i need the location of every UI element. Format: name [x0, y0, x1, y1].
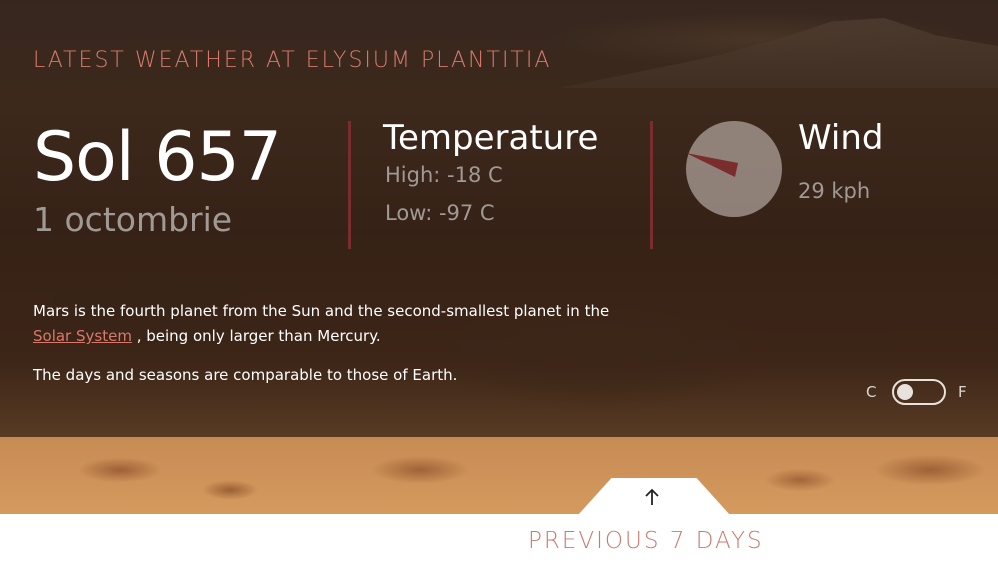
- wind-direction-compass: [686, 121, 782, 217]
- page-heading: LATEST WEATHER AT ELYSIUM PLANTITIA: [33, 48, 552, 73]
- wind-speed: 29 kph: [798, 179, 871, 203]
- solar-system-link[interactable]: Solar System: [33, 327, 132, 345]
- description-text: , being only larger than Mercury.: [136, 327, 381, 345]
- sol-date: 1 octombrie: [33, 200, 233, 239]
- unit-toggle[interactable]: [892, 379, 946, 405]
- divider: [348, 121, 351, 249]
- wind-title: Wind: [798, 118, 884, 158]
- previous-days-bar: [0, 514, 998, 563]
- temperature-low: Low: -97 C: [385, 201, 495, 225]
- previous-7-days-button[interactable]: PREVIOUS 7 DAYS: [528, 528, 764, 554]
- unit-celsius-label: C: [866, 383, 877, 401]
- arrow-up-icon[interactable]: [641, 486, 663, 508]
- sol-number: Sol 657: [33, 118, 282, 197]
- compass-needle-icon: [686, 153, 738, 177]
- mars-description: Mars is the fourth planet from the Sun a…: [33, 299, 673, 349]
- temperature-title: Temperature: [383, 118, 599, 158]
- temperature-high: High: -18 C: [385, 163, 503, 187]
- unit-fahrenheit-label: F: [958, 383, 967, 401]
- description-text: Mars is the fourth planet from the Sun a…: [33, 302, 610, 320]
- toggle-knob: [897, 384, 913, 400]
- mars-description-days: The days and seasons are comparable to t…: [33, 366, 458, 384]
- divider: [650, 121, 653, 249]
